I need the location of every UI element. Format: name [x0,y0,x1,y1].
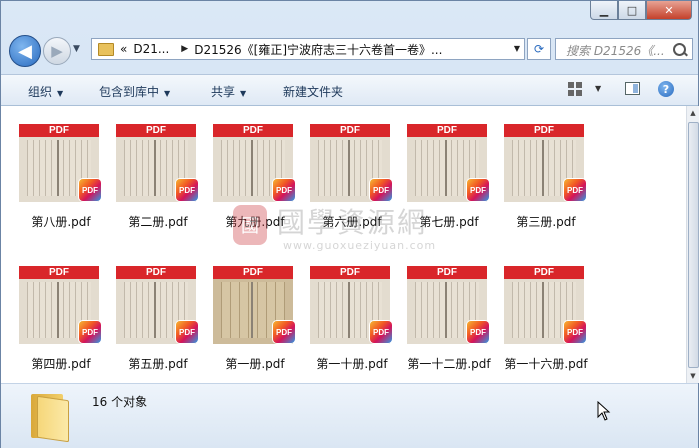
file-name: 第一册.pdf [225,357,285,371]
file-item[interactable]: PDF PDF 第五册.pdf [110,258,206,378]
address-chevron-icon[interactable]: « [120,42,127,56]
organize-label: 组织 [28,85,53,99]
scrollbar-thumb[interactable] [688,122,699,368]
pdf-banner: PDF [407,124,487,137]
breadcrumb-current[interactable]: D21526《[雍正]宁波府志三十六卷首一卷》... [194,41,442,58]
new-folder-button[interactable]: 新建文件夹 [283,83,343,100]
file-item[interactable]: PDF PDF 第一十二册.pdf [401,258,497,378]
pdf-banner: PDF [19,124,99,137]
close-button[interactable]: ✕ [646,1,692,20]
recent-pages-dropdown[interactable]: ▼ [73,44,80,54]
pdf-banner: PDF [310,124,390,137]
pdf-banner: PDF [19,266,99,279]
search-placeholder: 搜索 D21526《... [566,44,665,58]
change-view-icon[interactable] [568,82,582,96]
pdf-file-icon: PDF [273,179,295,201]
file-name: 第一十册.pdf [316,357,388,371]
folder-icon [98,42,114,56]
navigation-bar: ◀ ▶ ▼ « D21... ▶ D21526《[雍正]宁波府志三十六卷首一卷》… [7,34,693,68]
pdf-file-icon: PDF [467,321,489,343]
file-item[interactable]: PDF PDF 第四册.pdf [13,258,109,378]
file-item[interactable]: PDF PDF 第一十册.pdf [304,258,400,378]
share-label: 共享 [211,85,236,99]
pdf-file-icon: PDF [370,321,392,343]
address-dropdown-icon[interactable]: ▼ [514,44,520,53]
breadcrumb-parent[interactable]: D21... [133,42,169,56]
folder-icon [31,390,71,443]
pdf-banner: PDF [213,266,293,279]
search-icon[interactable] [673,43,686,56]
watermark-url: www.guoxueziyuan.com [283,239,437,252]
address-bar[interactable]: « D21... ▶ D21526《[雍正]宁波府志三十六卷首一卷》... ▼ [91,38,525,60]
watermark-seal-icon: 國 [233,205,267,245]
pdf-file-icon: PDF [176,321,198,343]
pdf-file-icon: PDF [564,321,586,343]
file-name: 第五册.pdf [128,357,188,371]
pdf-banner: PDF [407,266,487,279]
command-toolbar: 组织 ▼ 包含到库中 ▼ 共享 ▼ 新建文件夹 ▼ ? [1,74,698,106]
scroll-down-icon[interactable]: ▼ [687,369,699,383]
pdf-file-icon: PDF [564,179,586,201]
forward-button[interactable]: ▶ [43,37,71,65]
refresh-button[interactable]: ⟳ [527,38,551,60]
view-options-dropdown[interactable]: ▼ [595,84,601,93]
pdf-file-icon: PDF [370,179,392,201]
file-name: 第三册.pdf [516,215,576,229]
file-item[interactable]: PDF PDF 第八册.pdf [13,116,109,236]
breadcrumb-separator-icon[interactable]: ▶ [181,44,188,54]
help-icon[interactable]: ? [658,81,674,97]
pdf-banner: PDF [504,124,584,137]
vertical-scrollbar[interactable]: ▲ ▼ [686,106,699,383]
file-name: 第一十二册.pdf [407,357,491,371]
preview-pane-icon[interactable] [625,82,640,95]
file-name: 第一十六册.pdf [504,357,588,371]
pdf-file-icon: PDF [79,179,101,201]
file-name: 第八册.pdf [31,215,91,229]
organize-menu[interactable]: 组织 ▼ [28,83,63,100]
include-in-library-label: 包含到库中 [99,85,160,99]
file-item[interactable]: PDF PDF 第三册.pdf [498,116,594,236]
mouse-cursor-icon [597,401,611,421]
maximize-button[interactable]: □ [618,1,646,20]
caption-buttons: ▁ □ ✕ [590,1,692,20]
pdf-banner: PDF [310,266,390,279]
pdf-banner: PDF [116,124,196,137]
file-item[interactable]: PDF PDF 第二册.pdf [110,116,206,236]
pdf-banner: PDF [116,266,196,279]
watermark-title: 國學資源網 [277,206,428,239]
file-item[interactable]: PDF PDF 第一册.pdf [207,258,303,378]
details-pane: 16 个对象 [1,383,698,448]
back-button[interactable]: ◀ [9,35,41,67]
pdf-banner: PDF [213,124,293,137]
scroll-up-icon[interactable]: ▲ [687,106,699,120]
pdf-banner: PDF [504,266,584,279]
file-name: 第二册.pdf [128,215,188,229]
share-menu[interactable]: 共享 ▼ [211,83,246,100]
minimize-button[interactable]: ▁ [590,1,618,20]
include-in-library-menu[interactable]: 包含到库中 ▼ [99,83,170,100]
pdf-file-icon: PDF [273,321,295,343]
file-list: PDFPDF第八册.pdfPDFPDF第二册.pdfPDFPDF第九册.pdfP… [1,106,686,383]
file-name: 第四册.pdf [31,357,91,371]
pdf-file-icon: PDF [176,179,198,201]
search-input[interactable]: 搜索 D21526《... [555,38,693,60]
watermark: 國國學資源網 www.guoxueziyuan.com [233,201,473,257]
item-count: 16 个对象 [92,395,148,409]
pdf-file-icon: PDF [79,321,101,343]
file-item[interactable]: PDF PDF 第一十六册.pdf [498,258,594,378]
pdf-file-icon: PDF [467,179,489,201]
explorer-window: ▁ □ ✕ ◀ ▶ ▼ « D21... ▶ D21526《[雍正]宁波府志三十… [0,0,699,448]
